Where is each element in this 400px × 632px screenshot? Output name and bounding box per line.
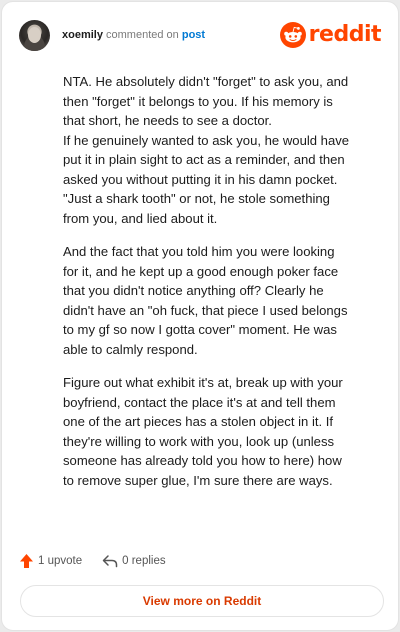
post-link[interactable]: post: [182, 29, 205, 41]
reddit-comment-embed: xoemily commented on post reddit NTA. He…: [1, 1, 399, 631]
comment-meta: xoemily commented on post: [62, 28, 205, 42]
comment-line: for it, and he kept up a good enough pok…: [63, 263, 339, 279]
comment-line: asked you without putting it in his damn…: [63, 171, 338, 187]
upvote-button[interactable]: 1 upvote: [19, 553, 82, 569]
comment-paragraph: Figure out what exhibit it's at, break u…: [63, 373, 385, 490]
commented-on-text: commented on: [102, 29, 182, 41]
username[interactable]: xoemily: [62, 29, 103, 41]
comment-line: to my gf so now I gotta cover" moment. H…: [63, 322, 337, 337]
comment-line: Figure out what exhibit it's at, break u…: [63, 375, 343, 390]
comment-body: NTA. He absolutely didn't "forget" to as…: [63, 72, 385, 504]
comment-line: "Just a shark tooth" or not, he stole so…: [63, 191, 330, 206]
upvote-arrow-icon: [20, 554, 33, 568]
comment-line: If he genuinely wanted to ask you, he wo…: [63, 132, 350, 148]
comment-line: someone has already told you how to here…: [63, 453, 342, 468]
comment-line: NTA. He absolutely didn't "forget" to as…: [63, 74, 349, 89]
comment-actions: 1 upvote 0 replies: [19, 552, 166, 570]
comment-line: from you, and lied about it.: [63, 210, 218, 226]
upvote-count: 1 upvote: [38, 555, 83, 567]
replies-count: 0 replies: [122, 555, 166, 567]
reddit-wordmark: reddit: [308, 22, 382, 47]
replies-button[interactable]: 0 replies: [102, 554, 166, 568]
comment-header: xoemily commented on post reddit: [19, 19, 382, 51]
comment-line: that you didn't notice anything off? Cle…: [63, 283, 324, 298]
comment-line: they're willing to work with you, look u…: [63, 433, 335, 449]
reply-arrow-icon: [102, 555, 118, 568]
comment-line: to remove super glue, I'm sure there are…: [63, 472, 333, 488]
view-more-on-reddit-button[interactable]: View more on Reddit: [20, 585, 384, 617]
comment-line: that short, he needs to see a doctor.: [63, 113, 272, 128]
comment-line: able to calmly respond.: [63, 341, 198, 357]
comment-line: put it in plain sight to act as a remind…: [63, 152, 345, 167]
comment-line: didn't have an "oh fuck, that piece I us…: [63, 302, 348, 318]
comment-line: then "forget" it belongs to you. If his …: [63, 93, 333, 109]
comment-line: And the fact that you told him you were …: [63, 244, 335, 259]
comment-line: one of the art pieces has a stolen objec…: [63, 414, 334, 429]
comment-line: boyfriend, contact the place it's at and…: [63, 394, 336, 410]
comment-paragraph: NTA. He absolutely didn't "forget" to as…: [63, 72, 385, 228]
comment-paragraph: And the fact that you told him you were …: [63, 242, 385, 359]
reddit-snoo-icon: [279, 22, 306, 48]
reddit-logo[interactable]: reddit: [279, 21, 382, 49]
avatar[interactable]: [19, 19, 50, 51]
